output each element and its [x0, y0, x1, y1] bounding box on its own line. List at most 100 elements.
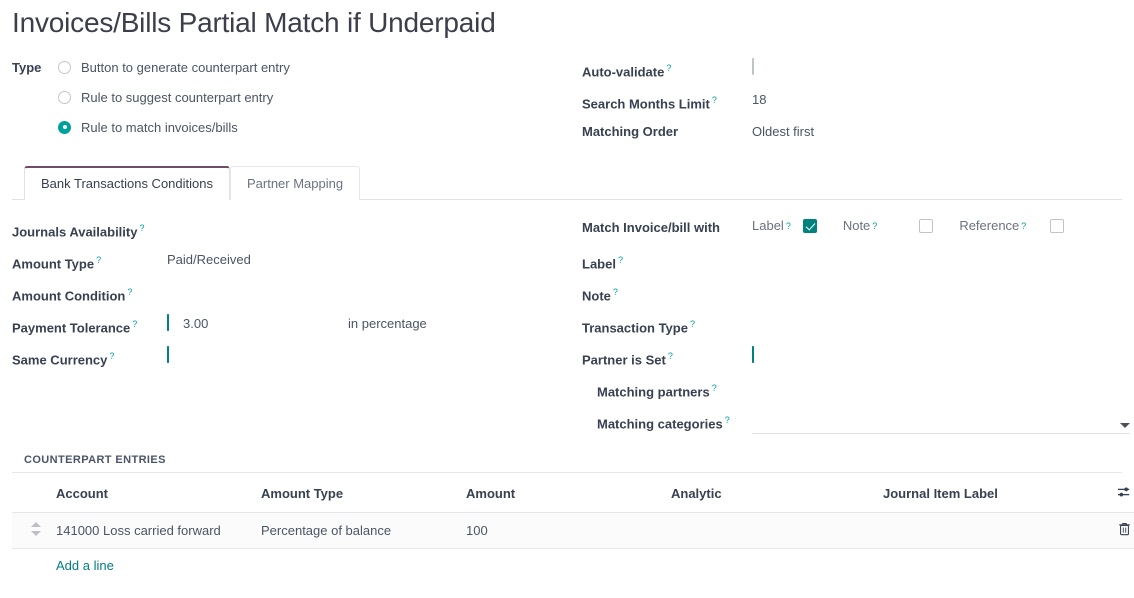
search-months-limit-value[interactable]: 18 — [752, 84, 766, 110]
amount-type-value[interactable]: Paid/Received — [167, 244, 251, 270]
label-text: Same Currency — [12, 352, 107, 367]
sliders-icon[interactable] — [1117, 485, 1131, 502]
cell-amount[interactable]: 100 — [460, 513, 665, 549]
label-text: Auto-validate — [582, 64, 664, 79]
auto-validate-checkbox[interactable] — [752, 58, 754, 75]
match-option-label: Label? — [752, 218, 817, 233]
add-a-line-button[interactable]: Add a line — [50, 549, 120, 582]
radio-option-rule-match[interactable]: Rule to match invoices/bills — [58, 112, 290, 142]
cell-account[interactable]: 141000 Loss carried forward — [50, 513, 255, 549]
field-note: Note? — [582, 276, 1134, 308]
chevron-down-icon[interactable] — [1120, 423, 1130, 428]
help-icon[interactable]: ? — [668, 351, 673, 361]
page-title: Invoices/Bills Partial Match if Underpai… — [12, 4, 1122, 42]
help-icon[interactable]: ? — [1021, 221, 1026, 231]
header-form: Type Button to generate counterpart entr… — [12, 52, 1122, 148]
cell-analytic[interactable] — [665, 513, 877, 549]
match-label-checkbox[interactable] — [803, 219, 817, 233]
tab-bank-transactions-conditions[interactable]: Bank Transactions Conditions — [24, 166, 230, 200]
help-icon[interactable]: ? — [139, 223, 144, 233]
column-header-amount-type[interactable]: Amount Type — [255, 473, 460, 513]
radio-label[interactable]: Rule to suggest counterpart entry — [81, 90, 273, 105]
help-icon[interactable]: ? — [96, 255, 101, 265]
search-months-limit-label: Search Months Limit? — [582, 84, 752, 114]
cell-amount-type[interactable]: Percentage of balance — [255, 513, 460, 549]
notebook-tabs: Bank Transactions Conditions Partner Map… — [12, 166, 1122, 200]
label-text: Transaction Type — [582, 320, 688, 335]
auto-validate-label: Auto-validate? — [582, 52, 752, 82]
help-icon[interactable]: ? — [725, 415, 730, 425]
help-icon[interactable]: ? — [666, 63, 671, 73]
help-icon[interactable]: ? — [872, 221, 877, 231]
field-payment-tolerance: Payment Tolerance? 3.00 in percentage — [12, 308, 582, 340]
help-icon[interactable]: ? — [132, 319, 137, 329]
column-header-journal-item-label[interactable]: Journal Item Label — [877, 473, 1107, 513]
radio-icon[interactable] — [58, 91, 71, 104]
counterpart-entries-grid: Account Amount Type Amount Analytic Jour… — [12, 472, 1122, 582]
matching-order-label: Matching Order — [582, 116, 752, 142]
help-icon[interactable]: ? — [712, 383, 717, 393]
optional-columns-toggle[interactable] — [1107, 473, 1134, 513]
table-row[interactable]: 141000 Loss carried forward Percentage o… — [12, 513, 1134, 549]
journals-availability-label: Journals Availability? — [12, 212, 167, 242]
field-matching-order: Matching Order Oldest first — [582, 116, 1134, 148]
radio-label[interactable]: Button to generate counterpart entry — [81, 60, 290, 75]
match-option-note-text: Note — [843, 218, 870, 233]
match-invoice-with-options: Label? Note? Reference? — [752, 212, 1064, 233]
payment-tolerance-checkbox[interactable] — [167, 314, 169, 331]
field-auto-validate: Auto-validate? — [582, 52, 1134, 84]
type-field-group: Type Button to generate counterpart entr… — [12, 52, 582, 148]
help-icon[interactable]: ? — [613, 287, 618, 297]
radio-icon-selected[interactable] — [58, 121, 71, 134]
label-text: Amount Type — [12, 256, 94, 271]
drag-handle-icon[interactable] — [30, 522, 41, 536]
radio-label[interactable]: Rule to match invoices/bills — [81, 120, 238, 135]
radio-option-rule-suggest[interactable]: Rule to suggest counterpart entry — [58, 82, 290, 112]
field-partner-is-set: Partner is Set? — [582, 340, 1134, 372]
match-reference-checkbox[interactable] — [1050, 219, 1064, 233]
tab-partner-mapping[interactable]: Partner Mapping — [230, 166, 360, 200]
trash-icon[interactable] — [1118, 522, 1131, 539]
matching-order-value[interactable]: Oldest first — [752, 116, 814, 142]
add-line-cell: Add a line — [50, 549, 1134, 583]
partner-is-set-checkbox[interactable] — [752, 346, 754, 363]
match-option-label-text: Label — [752, 218, 784, 233]
match-note-checkbox[interactable] — [919, 219, 933, 233]
match-option-reference: Reference? — [959, 218, 1064, 233]
column-header-account[interactable]: Account — [50, 473, 255, 513]
help-icon[interactable]: ? — [786, 221, 791, 231]
row-delete-cell — [1107, 513, 1134, 549]
partner-is-set-label: Partner is Set? — [582, 340, 752, 370]
amount-condition-label: Amount Condition? — [12, 276, 167, 306]
payment-tolerance-value[interactable]: 3.00 — [183, 308, 348, 334]
help-icon[interactable]: ? — [712, 95, 717, 105]
counterpart-entries-title: COUNTERPART ENTRIES — [12, 454, 1122, 472]
label-text: Payment Tolerance — [12, 320, 130, 335]
help-icon[interactable]: ? — [127, 287, 132, 297]
cell-journal-item-label[interactable] — [877, 513, 1107, 549]
add-line-spacer — [12, 549, 50, 583]
auto-validate-checkbox-wrap — [752, 52, 754, 74]
column-header-amount[interactable]: Amount — [460, 473, 665, 513]
same-currency-checkbox-wrap — [167, 340, 169, 362]
field-matching-partners: Matching partners? — [582, 372, 1134, 404]
radio-option-button-generate[interactable]: Button to generate counterpart entry — [58, 52, 290, 82]
label-text: Journals Availability — [12, 224, 137, 239]
column-header-analytic[interactable]: Analytic — [665, 473, 877, 513]
conditions-right-column: Match Invoice/bill with Label? Note? Ref… — [582, 212, 1134, 436]
label-text: Search Months Limit — [582, 96, 710, 111]
help-icon[interactable]: ? — [690, 319, 695, 329]
help-icon[interactable]: ? — [618, 255, 623, 265]
field-match-invoice-with: Match Invoice/bill with Label? Note? Ref… — [582, 212, 1134, 244]
same-currency-checkbox[interactable] — [167, 346, 169, 363]
add-line-row: Add a line — [12, 549, 1134, 583]
matching-categories-label: Matching categories? — [582, 404, 752, 434]
field-journals-availability: Journals Availability? — [12, 212, 582, 244]
matching-categories-value — [752, 412, 1130, 414]
radio-icon[interactable] — [58, 61, 71, 74]
matching-categories-select[interactable] — [752, 412, 1130, 434]
form-sheet: Invoices/Bills Partial Match if Underpai… — [0, 4, 1134, 598]
help-icon[interactable]: ? — [109, 351, 114, 361]
label-field-label: Label? — [582, 244, 752, 274]
label-text: Amount Condition — [12, 288, 125, 303]
